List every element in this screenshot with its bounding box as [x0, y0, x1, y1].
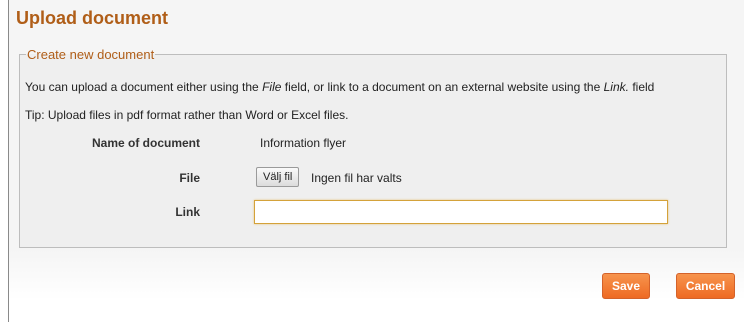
link-input[interactable]: [254, 200, 668, 224]
intro-text-part1: You can upload a document either using t…: [25, 80, 263, 94]
intro-file-word: File: [262, 80, 282, 94]
file-status-text: Ingen fil har valts: [311, 171, 402, 185]
create-document-panel: Create new document You can upload a doc…: [19, 47, 727, 248]
intro-link-word: Link.: [603, 80, 629, 94]
intro-text-part3: field: [628, 80, 655, 94]
file-label: File: [179, 171, 200, 185]
choose-file-button[interactable]: Välj fil: [256, 167, 300, 187]
tip-text: Tip: Upload files in pdf format rather t…: [25, 108, 349, 122]
save-button[interactable]: Save: [602, 273, 650, 299]
link-label: Link: [175, 205, 200, 219]
upload-document-dialog: Upload document Create new document You …: [8, 0, 744, 322]
panel-legend: Create new document: [27, 47, 155, 62]
cancel-button[interactable]: Cancel: [676, 273, 735, 299]
intro-text: You can upload a document either using t…: [25, 80, 654, 94]
page-title: Upload document: [16, 8, 168, 28]
name-of-document-label: Name of document: [91, 136, 200, 150]
intro-text-part2: field, or link to a document on an exter…: [281, 80, 604, 94]
name-of-document-value: Information flyer: [260, 136, 347, 150]
